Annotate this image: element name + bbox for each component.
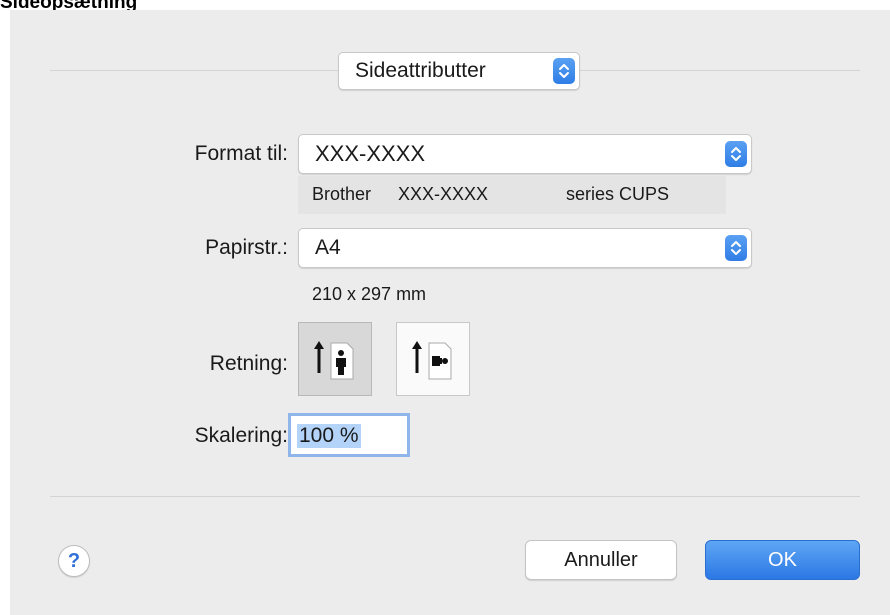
bottom-separator bbox=[50, 496, 860, 497]
printer-brand: Brother bbox=[312, 184, 372, 204]
landscape-orientation-button[interactable] bbox=[396, 322, 470, 396]
page-setup-dialog: Sideattributter Format til: XXX-XXXX Bro… bbox=[10, 10, 890, 615]
scaling-value: 100 % bbox=[297, 424, 361, 448]
up-down-chevron-icon bbox=[553, 58, 575, 84]
cancel-button[interactable]: Annuller bbox=[525, 540, 677, 580]
format-for-popup[interactable]: XXX-XXXX bbox=[298, 134, 752, 174]
help-icon[interactable]: ? bbox=[58, 545, 90, 577]
printer-description-box: Brother XXX-XXXX series CUPS bbox=[298, 176, 726, 214]
paper-dimensions: 210 x 297 mm bbox=[312, 284, 427, 304]
orientation-label: Retning: bbox=[209, 352, 288, 375]
portrait-orientation-button[interactable] bbox=[298, 322, 372, 396]
paper-size-value: A4 bbox=[315, 236, 341, 259]
up-down-chevron-icon bbox=[725, 235, 747, 261]
printer-series: series CUPS bbox=[566, 184, 670, 204]
portrait-orientation-icon bbox=[314, 341, 354, 380]
landscape-orientation-icon bbox=[412, 341, 452, 380]
format-for-value: XXX-XXXX bbox=[315, 141, 426, 166]
ok-button[interactable]: OK bbox=[705, 540, 860, 580]
up-down-chevron-icon bbox=[725, 141, 747, 167]
scaling-input[interactable]: 100 % bbox=[288, 413, 410, 457]
top-separator-right bbox=[580, 70, 860, 71]
printer-model: XXX-XXXX bbox=[398, 184, 489, 204]
top-separator-left bbox=[50, 70, 338, 71]
format-for-label: Format til: bbox=[194, 142, 288, 165]
settings-popup[interactable]: Sideattributter bbox=[338, 52, 580, 90]
paper-size-label: Papirstr.: bbox=[205, 236, 288, 259]
scaling-label: Skalering: bbox=[194, 424, 288, 447]
settings-popup-label: Sideattributter bbox=[355, 59, 486, 82]
paper-size-popup[interactable]: A4 bbox=[298, 228, 752, 268]
